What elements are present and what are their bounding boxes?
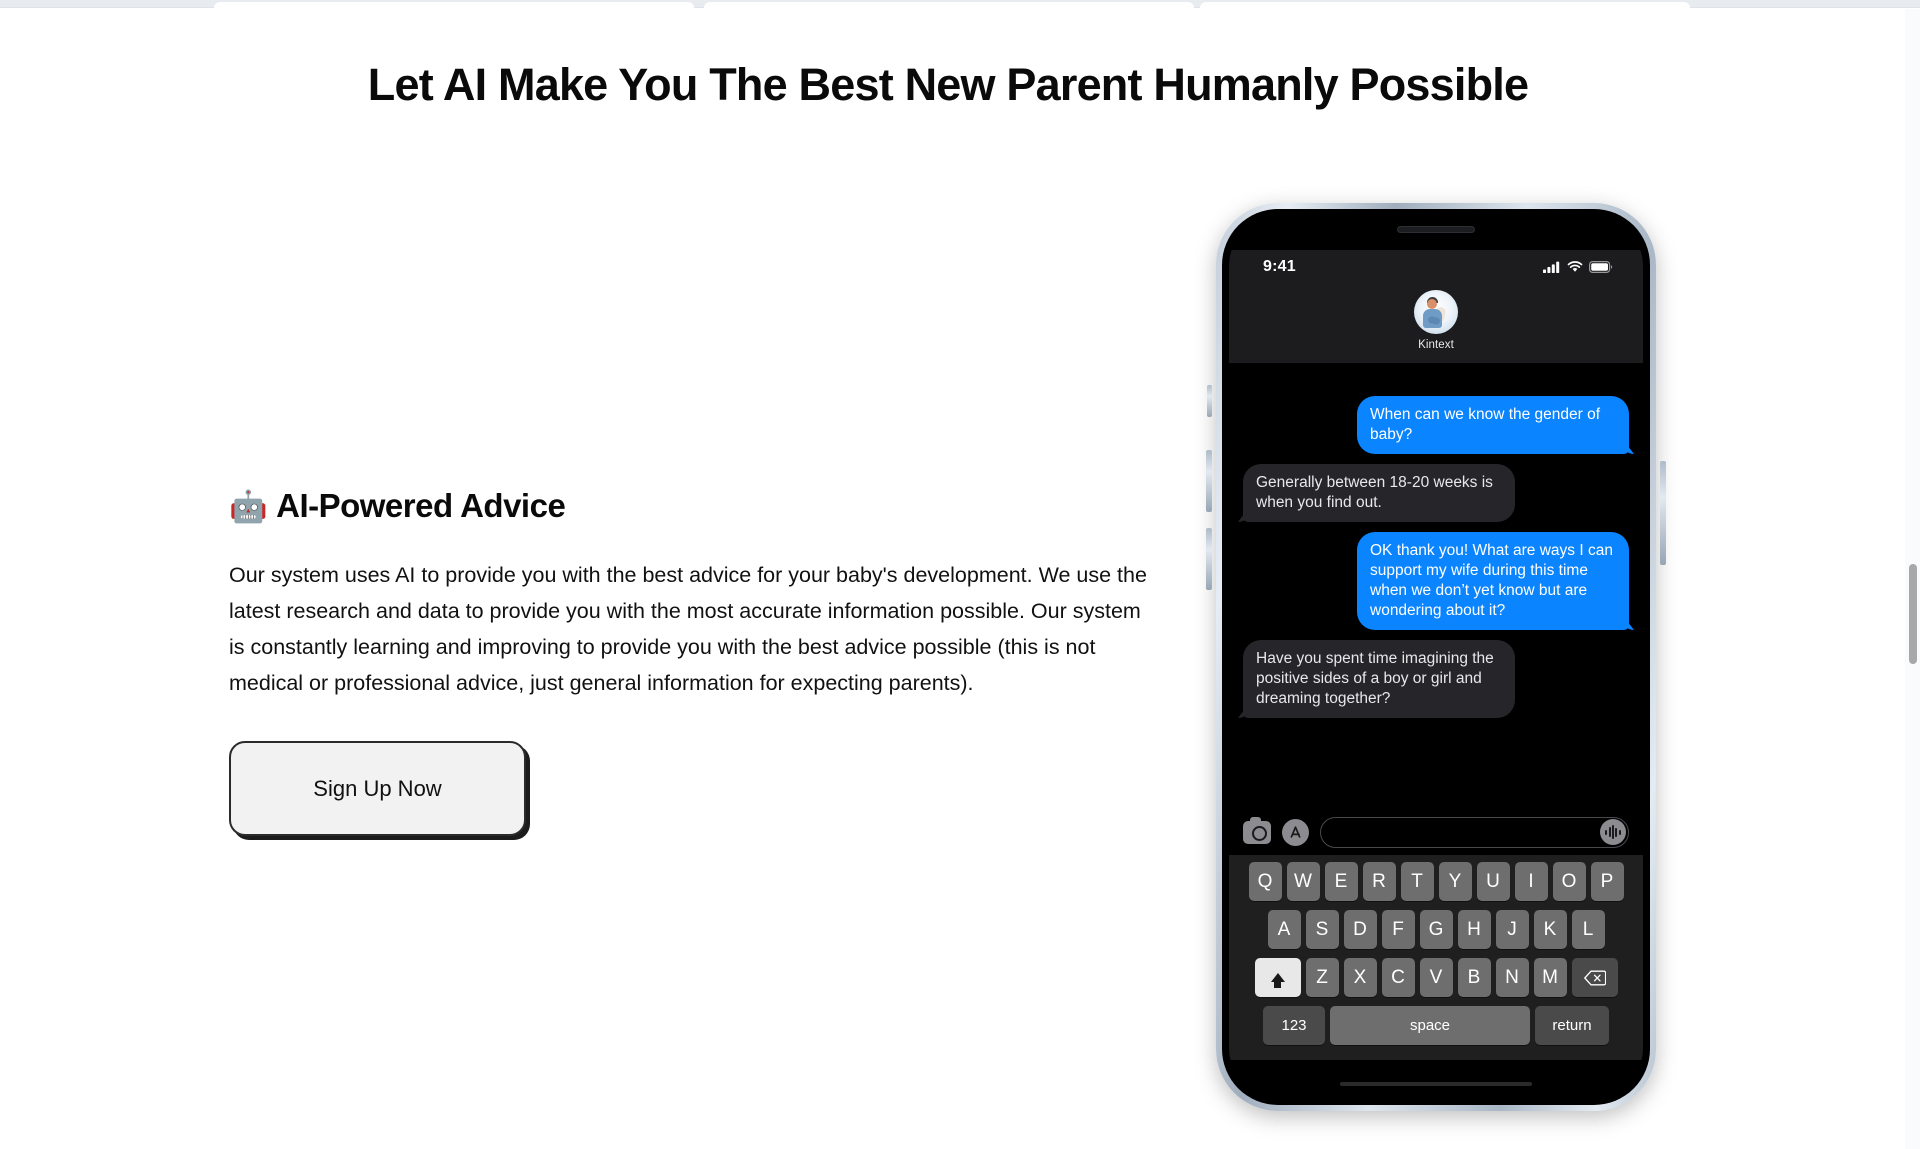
keyboard-row-4: 123 space return <box>1232 1006 1640 1045</box>
key-m[interactable]: M <box>1533 958 1567 997</box>
key-z[interactable]: Z <box>1305 958 1339 997</box>
key-a[interactable]: A <box>1267 910 1301 949</box>
key-g[interactable]: G <box>1419 910 1453 949</box>
volume-up-button[interactable] <box>1206 450 1212 512</box>
phone-mockup: 9:41 Kintext When can we know the gender… <box>1206 203 1666 1111</box>
space-key[interactable]: space <box>1330 1006 1530 1045</box>
power-button[interactable] <box>1660 461 1666 565</box>
browser-tab[interactable] <box>1200 2 1690 8</box>
home-indicator[interactable] <box>1340 1082 1532 1086</box>
key-f[interactable]: F <box>1381 910 1415 949</box>
app-store-icon[interactable] <box>1282 818 1309 846</box>
section-heading: 🤖 AI-Powered Advice <box>229 487 1169 525</box>
shift-arrow-glyph <box>1270 973 1285 988</box>
page-scrollbar[interactable] <box>1905 9 1920 1149</box>
backspace-icon[interactable] <box>1571 958 1618 997</box>
message-bubble-incoming[interactable]: Generally between 18-20 weeks is when yo… <box>1243 464 1515 522</box>
key-p[interactable]: P <box>1590 862 1624 901</box>
app-store-glyph <box>1290 825 1301 838</box>
browser-tab[interactable] <box>704 2 1194 8</box>
message-bubble-outgoing[interactable]: When can we know the gender of baby? <box>1357 396 1629 454</box>
feature-section: 🤖 AI-Powered Advice Our system uses AI t… <box>229 487 1169 839</box>
wifi-icon <box>1567 261 1583 272</box>
keyboard-row-2: A S D F G H J K L <box>1232 910 1640 949</box>
message-list: When can we know the gender of baby? Gen… <box>1229 386 1643 776</box>
shift-icon[interactable] <box>1254 958 1301 997</box>
key-y[interactable]: Y <box>1438 862 1472 901</box>
robot-icon: 🤖 <box>229 488 268 524</box>
key-x[interactable]: X <box>1343 958 1377 997</box>
volume-down-button[interactable] <box>1206 528 1212 590</box>
status-bar: 9:41 <box>1229 250 1643 284</box>
conversation-header[interactable]: Kintext <box>1229 284 1643 363</box>
key-q[interactable]: Q <box>1248 862 1282 901</box>
scrollbar-thumb[interactable] <box>1909 564 1917 664</box>
signal-bars-icon <box>1543 261 1560 273</box>
contact-name: Kintext <box>1418 339 1454 351</box>
key-s[interactable]: S <box>1305 910 1339 949</box>
cta-container: Sign Up Now <box>229 741 529 839</box>
message-bubble-outgoing[interactable]: OK thank you! What are ways I can suppor… <box>1357 532 1629 630</box>
key-u[interactable]: U <box>1476 862 1510 901</box>
sign-up-button[interactable]: Sign Up Now <box>229 741 526 836</box>
page-canvas: Let AI Make You The Best New Parent Huma… <box>0 9 1920 1149</box>
key-r[interactable]: R <box>1362 862 1396 901</box>
phone-body: 9:41 Kintext When can we know the gender… <box>1222 209 1650 1105</box>
section-heading-label: AI-Powered Advice <box>276 487 566 524</box>
browser-tab[interactable] <box>214 2 694 8</box>
audio-waveform-icon[interactable] <box>1600 819 1626 845</box>
phone-screen: 9:41 Kintext When can we know the gender… <box>1229 216 1643 1098</box>
key-e[interactable]: E <box>1324 862 1358 901</box>
key-b[interactable]: B <box>1457 958 1491 997</box>
key-j[interactable]: J <box>1495 910 1529 949</box>
numbers-key[interactable]: 123 <box>1263 1006 1325 1045</box>
message-input-field[interactable] <box>1320 816 1629 848</box>
backspace-glyph <box>1583 970 1606 985</box>
key-l[interactable]: L <box>1571 910 1605 949</box>
feature-description: Our system uses AI to provide you with t… <box>229 563 1147 695</box>
message-row: Have you spent time imagining the positi… <box>1243 640 1629 718</box>
camera-icon[interactable] <box>1243 816 1271 844</box>
status-time: 9:41 <box>1263 258 1296 275</box>
message-bubble-incoming[interactable]: Have you spent time imagining the positi… <box>1243 640 1515 718</box>
key-v[interactable]: V <box>1419 958 1453 997</box>
silent-switch[interactable] <box>1207 385 1212 417</box>
key-t[interactable]: T <box>1400 862 1434 901</box>
browser-chrome <box>0 0 1920 8</box>
keyboard-row-1: Q W E R T Y U I O P <box>1232 862 1640 901</box>
key-h[interactable]: H <box>1457 910 1491 949</box>
message-row: OK thank you! What are ways I can suppor… <box>1243 532 1629 630</box>
message-row: When can we know the gender of baby? <box>1243 396 1629 454</box>
battery-icon <box>1589 261 1613 273</box>
page-title: Let AI Make You The Best New Parent Huma… <box>367 59 1529 110</box>
key-o[interactable]: O <box>1552 862 1586 901</box>
key-k[interactable]: K <box>1533 910 1567 949</box>
key-n[interactable]: N <box>1495 958 1529 997</box>
key-d[interactable]: D <box>1343 910 1377 949</box>
speaker-grille-icon <box>1397 226 1475 233</box>
status-icons <box>1543 261 1613 273</box>
key-c[interactable]: C <box>1381 958 1415 997</box>
on-screen-keyboard: Q W E R T Y U I O P A S D F G H J K L Z … <box>1229 855 1643 1060</box>
avatar[interactable] <box>1414 290 1458 334</box>
keyboard-row-3: Z X C V B N M <box>1232 958 1640 997</box>
message-input-bar <box>1229 809 1643 855</box>
key-w[interactable]: W <box>1286 862 1320 901</box>
return-key[interactable]: return <box>1535 1006 1609 1045</box>
key-i[interactable]: I <box>1514 862 1548 901</box>
avatar-head <box>1427 299 1437 309</box>
message-row: Generally between 18-20 weeks is when yo… <box>1243 464 1629 522</box>
